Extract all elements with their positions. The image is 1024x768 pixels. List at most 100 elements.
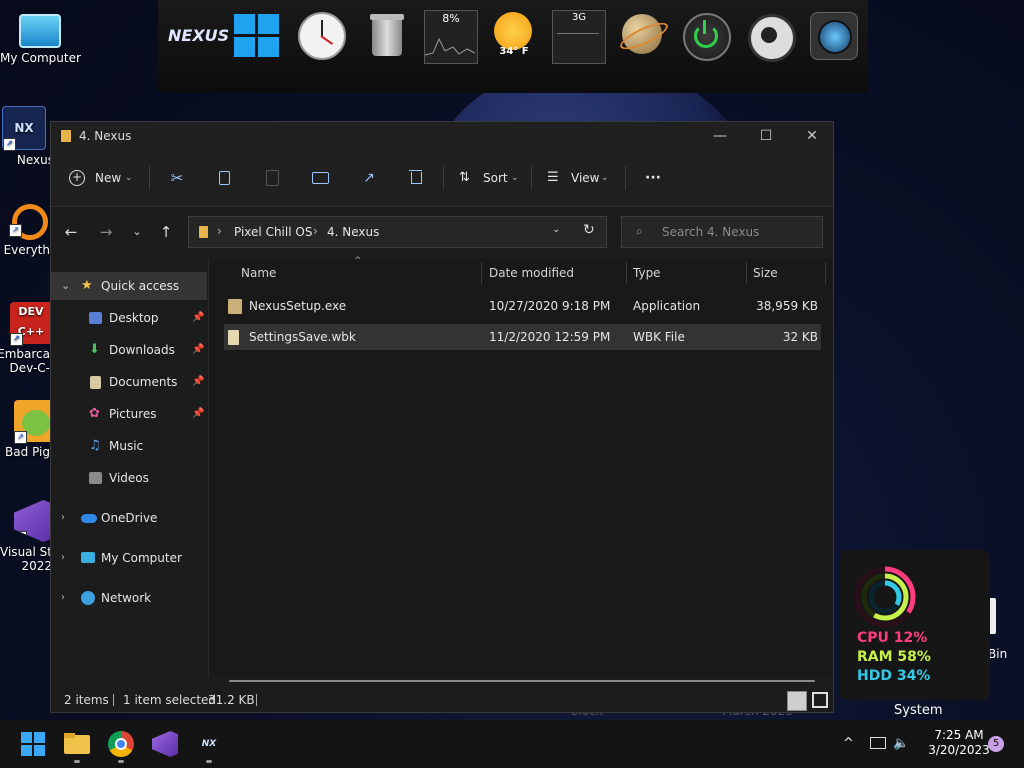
taskbar-nexus-icon[interactable]: NX [194, 729, 224, 759]
weather-sun-icon[interactable]: 34° F [488, 10, 540, 62]
desktop-icon-visual-studio[interactable]: ↗ Visual St 2022 [0, 500, 56, 573]
search-placeholder: Search 4. Nexus [662, 225, 760, 239]
dock-nexus-logo[interactable]: NEXUS [168, 10, 229, 62]
desktop-icon-bad-piggies[interactable]: ↗ Bad Pig [0, 400, 56, 459]
new-button-label: New [95, 171, 122, 185]
desktop-icon-everything[interactable]: ↗ Everyth [0, 204, 50, 257]
nav-label: Videos [109, 471, 149, 485]
up-button[interactable]: ↑ [154, 219, 178, 245]
table-row[interactable]: NexusSetup.exe 10/27/2020 9:18 PM Applic… [224, 293, 821, 319]
nav-label: Quick access [101, 279, 180, 293]
nav-my-computer[interactable]: › My Computer [51, 544, 207, 572]
nav-music[interactable]: ♫ Music [51, 432, 207, 460]
column-header-size[interactable]: Size [753, 258, 778, 288]
network-meter-icon[interactable]: 3G [552, 10, 606, 64]
film-icon [89, 472, 102, 484]
chevron-down-icon: ⌄ [61, 279, 71, 292]
new-button[interactable]: + New ⌄ [69, 164, 135, 192]
cpu-meter-icon[interactable]: 8% [424, 10, 478, 64]
nav-pictures[interactable]: ✿ Pictures 📌 [51, 400, 207, 428]
copy-icon[interactable] [215, 164, 235, 192]
more-options-button[interactable]: ··· [641, 164, 665, 192]
nav-onedrive[interactable]: › OneDrive [51, 504, 207, 532]
desktop-icon-label: Dev-C- [9, 361, 50, 375]
forward-button[interactable]: → [94, 219, 118, 245]
breadcrumb-item[interactable]: 4. Nexus [327, 225, 379, 239]
minimize-button[interactable]: — [697, 122, 743, 150]
column-divider[interactable] [626, 262, 627, 284]
desktop-icon-devcpp[interactable]: DEV C++ ↗ Embarca Dev-C- [0, 302, 52, 375]
title-bar[interactable]: 4. Nexus — ☐ ✕ [51, 122, 833, 150]
speaker-icon[interactable] [744, 10, 796, 62]
recycle-bin-icon[interactable] [362, 10, 414, 62]
chevron-down-icon: ⌄ [601, 173, 609, 183]
analog-clock-icon[interactable] [296, 10, 348, 62]
taskbar-chrome-icon[interactable] [106, 729, 136, 759]
desktop-icon-nexus[interactable]: NX ↗ Nexus [0, 106, 54, 167]
nav-label: My Computer [101, 551, 182, 565]
pin-icon[interactable]: 📌 [192, 336, 204, 364]
magnifier-icon: ↗ [9, 204, 48, 240]
tiles-view-icon[interactable] [812, 692, 828, 708]
desktop-icon-label: Everyth [3, 243, 50, 257]
devcpp-icon: DEV C++ ↗ [10, 302, 52, 346]
nav-quick-access[interactable]: ⌄ ★ Quick access [51, 272, 207, 300]
rename-icon[interactable] [311, 164, 331, 192]
table-row[interactable]: SettingsSave.wbk 11/2/2020 12:59 PM WBK … [224, 324, 821, 350]
refresh-icon[interactable]: ↻ [583, 222, 595, 238]
column-header-date[interactable]: Date modified [489, 258, 574, 288]
network-tray-icon[interactable] [870, 737, 886, 749]
file-size: 32 KB [782, 330, 818, 344]
desktop-icon-my-computer[interactable]: My Computer [0, 12, 81, 65]
horizontal-scrollbar[interactable] [229, 680, 815, 682]
maximize-button[interactable]: ☐ [743, 122, 789, 150]
camera-lens-icon[interactable] [808, 10, 860, 62]
search-box[interactable]: ⌕ Search 4. Nexus [621, 216, 823, 248]
breadcrumb-item[interactable]: Pixel Chill OS [234, 225, 312, 239]
pin-icon[interactable]: 📌 [192, 400, 204, 428]
sort-button[interactable]: ⇅ Sort ⌄ [459, 164, 523, 192]
nav-network[interactable]: › Network [51, 584, 207, 612]
column-divider[interactable] [481, 262, 482, 284]
address-dropdown-icon[interactable]: ⌄ [552, 224, 560, 235]
share-icon[interactable]: ↗ [359, 164, 379, 192]
show-hidden-icons-chevron-icon[interactable]: ^ [843, 720, 854, 768]
back-button[interactable]: ← [59, 219, 83, 245]
taskbar-file-explorer-icon[interactable] [62, 729, 92, 759]
column-divider[interactable] [825, 262, 826, 284]
view-button[interactable]: ☰ View ⌄ [547, 164, 613, 192]
shortcut-arrow-icon: ↗ [14, 531, 27, 542]
volume-icon[interactable]: 🔈 [893, 720, 909, 768]
column-divider[interactable] [746, 262, 747, 284]
column-header-type[interactable]: Type [633, 258, 661, 288]
notification-badge[interactable]: 5 [988, 736, 1004, 752]
start-button[interactable] [18, 729, 48, 759]
nav-label: Downloads [109, 343, 175, 357]
pin-icon[interactable]: 📌 [192, 368, 204, 396]
address-box[interactable]: › Pixel Chill OS › 4. Nexus ⌄ ↻ [188, 216, 607, 248]
nav-documents[interactable]: Documents 📌 [51, 368, 207, 396]
windows-logo-icon[interactable] [232, 10, 284, 62]
file-type: WBK File [633, 330, 685, 344]
view-button-label: View [571, 171, 600, 185]
folder-icon [61, 130, 71, 142]
running-indicator [118, 760, 124, 763]
delete-icon[interactable] [407, 164, 427, 192]
pin-icon[interactable]: 📌 [192, 304, 204, 332]
recent-locations-button[interactable]: ⌄ [125, 219, 149, 245]
address-bar-row: ← → ⌄ ↑ › Pixel Chill OS › 4. Nexus ⌄ ↻ … [51, 207, 833, 257]
globe-icon[interactable] [616, 10, 671, 62]
nav-videos[interactable]: Videos [51, 464, 207, 492]
widget-label: System [894, 703, 943, 718]
nav-downloads[interactable]: ⬇ Downloads 📌 [51, 336, 207, 364]
close-button[interactable]: ✕ [789, 122, 835, 150]
cut-icon[interactable]: ✂ [167, 164, 187, 192]
paste-icon[interactable] [263, 164, 283, 192]
details-view-icon[interactable] [787, 691, 807, 711]
nav-desktop[interactable]: Desktop 📌 [51, 304, 207, 332]
taskbar-visual-studio-icon[interactable] [150, 729, 180, 759]
column-header-name[interactable]: Name [241, 258, 276, 288]
dock: NEXUS 8% 34° F 3G [158, 0, 868, 93]
power-icon[interactable] [680, 10, 732, 62]
navigation-pane: ⌄ ★ Quick access Desktop 📌 ⬇ Downloads 📌… [51, 258, 209, 678]
